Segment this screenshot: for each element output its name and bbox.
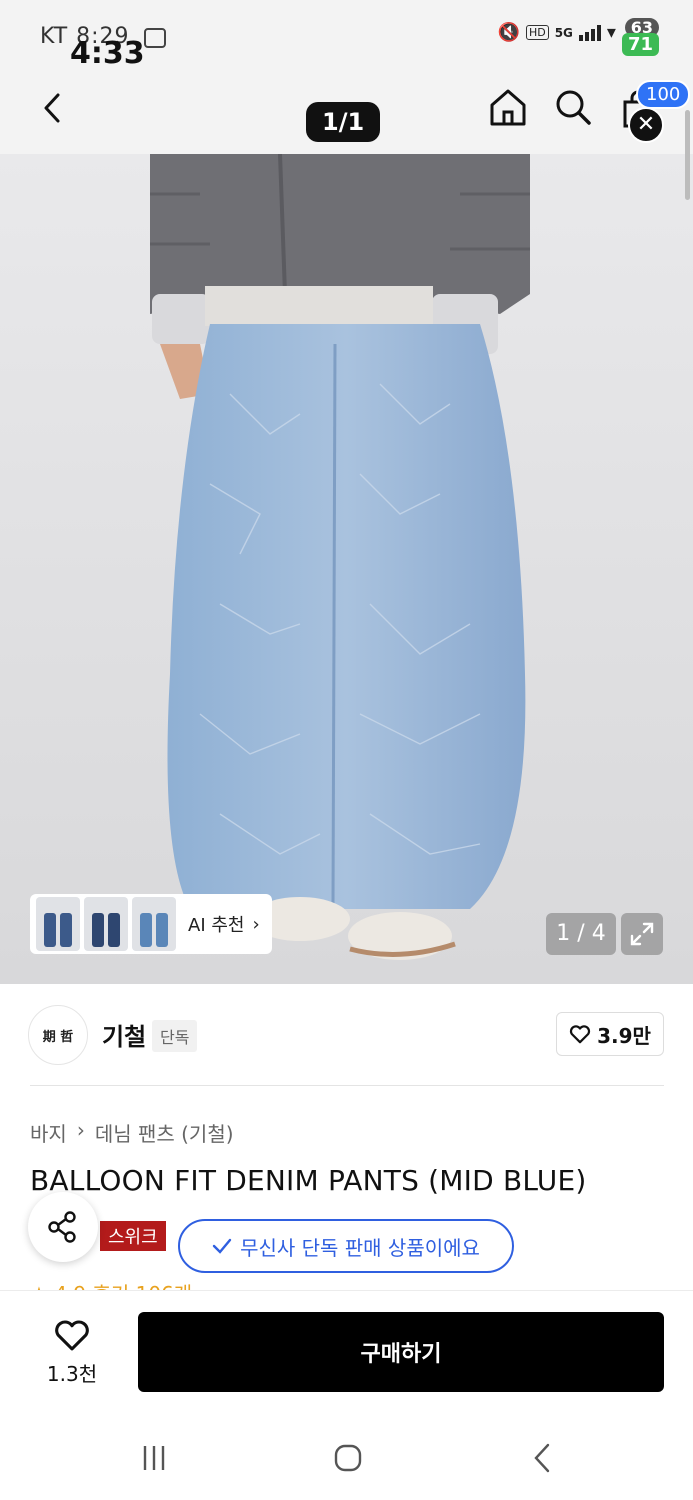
screenshot-icon	[144, 28, 166, 48]
status-bar: KT 8:29 4:33 🔇 HD 5G ▾ 63 71	[0, 0, 693, 78]
clock-overlay: 4:33	[70, 36, 145, 71]
close-icon[interactable]: ✕	[628, 107, 664, 143]
recommend-thumbnail[interactable]	[132, 897, 176, 951]
divider	[30, 1085, 664, 1086]
buy-button[interactable]: 구매하기	[138, 1312, 664, 1392]
back-arrow-icon[interactable]	[524, 1440, 560, 1476]
brand-like-button[interactable]: 3.9만	[556, 1012, 664, 1056]
breadcrumb-item[interactable]: 데님 팬츠 (기철)	[95, 1118, 234, 1147]
hd-badge: HD	[525, 25, 549, 40]
recommend-thumbnail[interactable]	[36, 897, 80, 951]
brand-like-count: 3.9만	[597, 1023, 651, 1048]
wishlist-button[interactable]: 1.3천	[36, 1318, 108, 1387]
cart-count-badge: 100	[636, 80, 691, 109]
check-icon	[212, 1238, 232, 1254]
network-label: 5G	[554, 25, 573, 40]
ai-recommend-card[interactable]: AI 추천 ›	[30, 894, 272, 954]
exclusive-toast: 무신사 단독 판매 상품이에요	[178, 1219, 514, 1273]
chevron-left-icon[interactable]	[34, 88, 70, 128]
heart-icon	[55, 1320, 89, 1351]
scroll-indicator[interactable]	[685, 110, 690, 200]
brand-name[interactable]: 기철	[102, 1017, 146, 1052]
recommend-thumbnail[interactable]	[84, 897, 128, 951]
chevron-right-icon: ›	[252, 913, 260, 935]
toast-text: 무신사 단독 판매 상품이에요	[240, 1235, 480, 1260]
mute-icon: 🔇	[497, 22, 520, 43]
breadcrumb: 바지 › 데님 팬츠 (기철)	[30, 1118, 234, 1147]
brand-logo[interactable]: 期 哲	[28, 1005, 88, 1065]
home-circle-icon[interactable]	[330, 1440, 366, 1476]
breadcrumb-item[interactable]: 바지	[30, 1118, 67, 1147]
search-icon[interactable]	[553, 86, 593, 128]
ai-recommend-label: AI 추천	[188, 915, 245, 936]
rating-text: ★ 4.9 후기 106개	[30, 1282, 192, 1290]
expand-icon[interactable]	[621, 913, 663, 955]
wishlist-count: 1.3천	[46, 1362, 98, 1386]
recent-apps-icon[interactable]	[136, 1440, 172, 1476]
home-icon[interactable]	[488, 86, 528, 128]
image-counter-pill: 1/1	[306, 102, 381, 142]
signal-icon	[578, 24, 601, 41]
wifi-icon: ▾	[606, 22, 616, 43]
product-image[interactable]	[0, 154, 693, 984]
product-title: BALLOON FIT DENIM PANTS (MID BLUE)	[30, 1164, 587, 1197]
image-index-counter: 1 / 4	[546, 913, 616, 955]
chevron-right-icon: ›	[76, 1118, 85, 1142]
battery-indicator: 71	[621, 33, 659, 56]
promo-tag: 스위크	[100, 1221, 166, 1251]
heart-icon	[570, 1025, 591, 1044]
exclusive-tag: 단독	[152, 1020, 198, 1052]
rating-summary: ★ 4.9 후기 106개	[30, 1278, 192, 1290]
share-icon[interactable]	[28, 1192, 98, 1262]
status-icons: 🔇 HD 5G ▾ 63 71	[497, 18, 659, 56]
